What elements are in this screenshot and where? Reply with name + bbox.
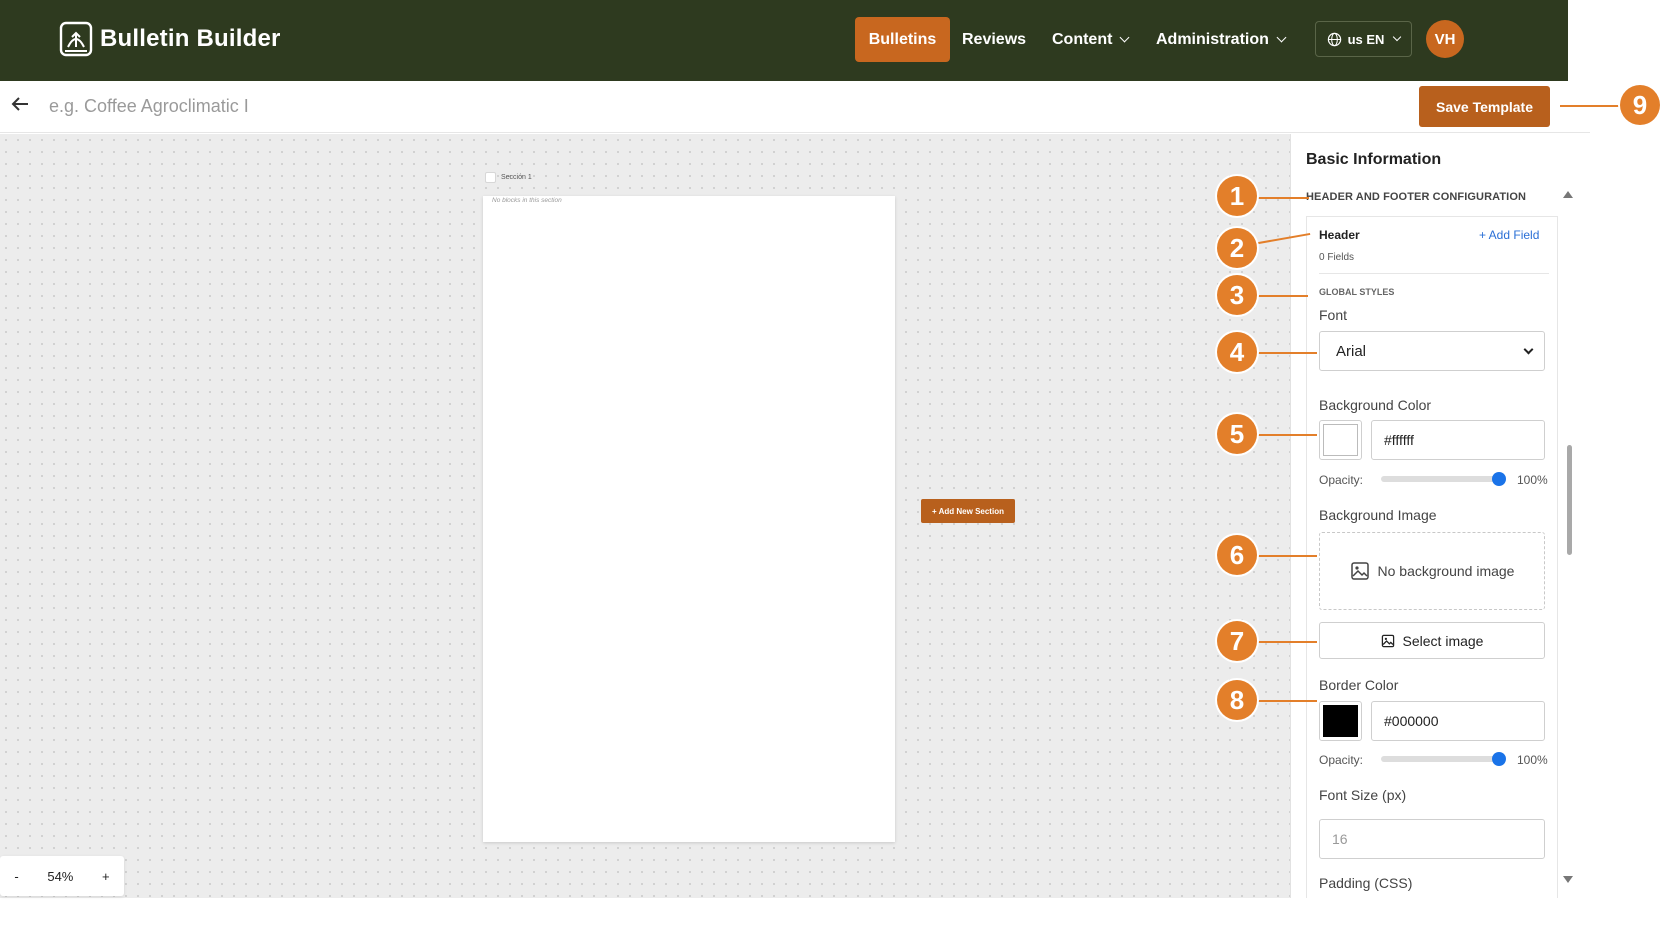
callout-line bbox=[1253, 434, 1317, 436]
section-label: Sección 1 bbox=[501, 174, 532, 181]
font-value: Arial bbox=[1336, 342, 1367, 360]
design-canvas[interactable]: Sección 1 No blocks in this section + Ad… bbox=[0, 134, 1290, 898]
global-styles-heading: GLOBAL STYLES bbox=[1319, 287, 1395, 297]
background-image-dropzone[interactable]: No background image bbox=[1319, 532, 1545, 610]
callout-line bbox=[1253, 555, 1317, 557]
panel-scrollbar[interactable] bbox=[1567, 445, 1572, 555]
callout-line bbox=[1253, 295, 1308, 297]
arrow-left-icon[interactable] bbox=[9, 93, 31, 115]
callout-badge: 1 bbox=[1217, 176, 1257, 216]
background-image-label: Background Image bbox=[1319, 507, 1437, 523]
image-icon bbox=[1350, 562, 1369, 580]
border-opacity-value: 100% bbox=[1517, 753, 1548, 767]
panel-title: Basic Information bbox=[1306, 151, 1442, 168]
font-select[interactable]: Arial bbox=[1319, 331, 1545, 371]
zoom-level: 54% bbox=[47, 868, 74, 884]
callout-line bbox=[1253, 700, 1317, 702]
callout-badge: 4 bbox=[1217, 332, 1257, 372]
language-selector[interactable]: us EN bbox=[1315, 21, 1412, 57]
callout-badge: 9 bbox=[1620, 85, 1660, 125]
callout-line bbox=[1253, 197, 1309, 199]
section-tag[interactable]: Sección 1 bbox=[485, 172, 532, 183]
nav-content-label: Content bbox=[1052, 30, 1113, 48]
background-color-hex-input[interactable]: #ffffff bbox=[1371, 420, 1545, 460]
template-title-input[interactable] bbox=[49, 91, 549, 121]
select-image-label: Select image bbox=[1402, 632, 1484, 649]
border-opacity-label: Opacity: bbox=[1319, 753, 1364, 767]
border-opacity-slider[interactable] bbox=[1381, 756, 1499, 762]
chevron-down-icon bbox=[1393, 32, 1402, 42]
background-opacity-slider[interactable] bbox=[1381, 476, 1499, 482]
bulletin-logo-icon bbox=[59, 21, 93, 57]
drag-handle-icon[interactable] bbox=[485, 172, 496, 183]
header-config-card: Header + Add Field 0 Fields GLOBAL STYLE… bbox=[1306, 216, 1558, 898]
bulletin-page[interactable]: No blocks in this section bbox=[483, 196, 895, 842]
scroll-down-icon[interactable] bbox=[1563, 876, 1573, 883]
nav-administration[interactable]: Administration bbox=[1156, 17, 1287, 62]
brand[interactable]: Bulletin Builder bbox=[59, 21, 281, 57]
nav-content[interactable]: Content bbox=[1052, 17, 1130, 62]
callout-badge: 5 bbox=[1217, 414, 1257, 454]
chevron-down-icon bbox=[1276, 32, 1287, 43]
section-heading[interactable]: HEADER AND FOOTER CONFIGURATION bbox=[1306, 191, 1526, 203]
zoom-in-button[interactable]: + bbox=[102, 869, 110, 884]
callout-badge: 6 bbox=[1217, 535, 1257, 575]
nav-bulletins-label: Bulletins bbox=[868, 30, 937, 48]
callout-badge: 3 bbox=[1217, 275, 1257, 315]
scroll-up-icon[interactable] bbox=[1563, 191, 1573, 198]
callout-badge: 8 bbox=[1217, 680, 1257, 720]
divider bbox=[1319, 273, 1549, 274]
background-opacity-value: 100% bbox=[1517, 473, 1548, 487]
brand-name: Bulletin Builder bbox=[100, 25, 281, 52]
globe-icon bbox=[1327, 32, 1341, 46]
swatch-fill bbox=[1323, 424, 1358, 456]
padding-label: Padding (CSS) bbox=[1319, 875, 1413, 891]
save-template-button[interactable]: Save Template bbox=[1419, 86, 1550, 127]
nav-reviews-label: Reviews bbox=[962, 30, 1027, 48]
border-color-swatch[interactable] bbox=[1319, 701, 1362, 741]
zoom-control: - 54% + bbox=[0, 856, 124, 896]
image-icon bbox=[1381, 634, 1394, 647]
language-label: us EN bbox=[1347, 31, 1385, 47]
user-avatar[interactable]: VH bbox=[1426, 20, 1464, 58]
no-background-text: No background image bbox=[1377, 563, 1515, 579]
header-label: Header bbox=[1319, 228, 1360, 242]
callout-line bbox=[1253, 352, 1317, 354]
empty-section-text: No blocks in this section bbox=[492, 197, 562, 204]
app-root: Bulletin Builder Bulletins Reviews Conte… bbox=[0, 0, 1672, 941]
border-opacity-thumb[interactable] bbox=[1492, 752, 1506, 766]
background-opacity-label: Opacity: bbox=[1319, 473, 1364, 487]
callout-line bbox=[1560, 105, 1625, 107]
nav-reviews[interactable]: Reviews bbox=[962, 17, 1026, 62]
nav-administration-label: Administration bbox=[1156, 30, 1269, 48]
top-navbar: Bulletin Builder Bulletins Reviews Conte… bbox=[0, 0, 1568, 81]
callout-badge: 7 bbox=[1217, 621, 1257, 661]
border-color-label: Border Color bbox=[1319, 677, 1399, 693]
nav-bulletins[interactable]: Bulletins bbox=[855, 17, 950, 62]
editor-toolbar: Save Template bbox=[0, 81, 1590, 133]
fields-count: 0 Fields bbox=[1319, 252, 1355, 263]
chevron-down-icon bbox=[1523, 344, 1534, 355]
background-color-label: Background Color bbox=[1319, 397, 1432, 413]
callout-line bbox=[1253, 641, 1317, 643]
border-color-hex-input[interactable]: #000000 bbox=[1371, 701, 1545, 741]
select-image-button[interactable]: Select image bbox=[1319, 622, 1545, 659]
background-color-swatch[interactable] bbox=[1319, 420, 1362, 460]
background-opacity-thumb[interactable] bbox=[1492, 472, 1506, 486]
add-new-section-button[interactable]: + Add New Section bbox=[921, 499, 1015, 523]
swatch-fill bbox=[1323, 705, 1358, 737]
zoom-out-button[interactable]: - bbox=[14, 869, 18, 884]
add-field-button[interactable]: + Add Field bbox=[1479, 228, 1539, 242]
font-label: Font bbox=[1319, 307, 1348, 323]
chevron-down-icon bbox=[1119, 32, 1130, 43]
font-size-input[interactable]: 16 bbox=[1319, 819, 1545, 859]
properties-panel: Basic Information HEADER AND FOOTER CONF… bbox=[1290, 134, 1590, 898]
callout-badge: 2 bbox=[1217, 228, 1257, 268]
font-size-label: Font Size (px) bbox=[1319, 787, 1407, 803]
